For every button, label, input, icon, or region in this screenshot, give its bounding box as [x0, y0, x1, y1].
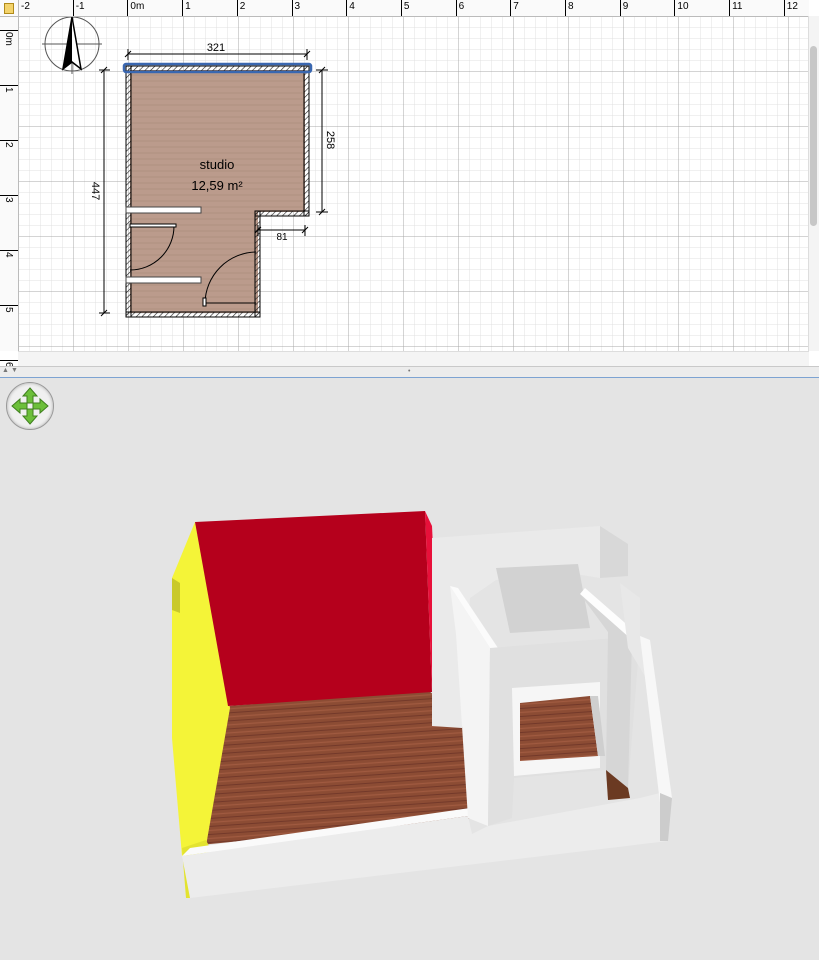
ruler-left: 0m 1 2 3 4 5 6 [0, 16, 19, 366]
ruler-left-label: 0m [3, 32, 14, 46]
dim-left-label: 447 [89, 182, 101, 200]
ruler-left-tick [0, 85, 18, 86]
ruler-top-tick [619, 0, 621, 16]
ruler-top-tick [236, 0, 238, 16]
ruler-top-label: 11 [732, 1, 743, 12]
dim-notch-label: 81 [276, 232, 288, 243]
room-name[interactable]: studio [200, 157, 235, 172]
ruler-top-tick [346, 0, 348, 16]
ruler-left-tick [0, 305, 18, 306]
ruler-left-tick [0, 250, 18, 251]
ruler-top-label: 0m [130, 1, 145, 12]
ruler-top: -2 -1 0m 1 2 3 4 5 6 7 8 9 10 11 12 [0, 0, 809, 17]
dim-top-label: 321 [207, 42, 225, 54]
wall-red [195, 511, 432, 706]
ruler-left-tick [0, 195, 18, 196]
ruler-top-tick [72, 0, 74, 16]
vertical-scroll-thumb[interactable] [810, 46, 817, 226]
ruler-top-label: 6 [458, 1, 465, 12]
ruler-top-tick [291, 0, 293, 16]
ruler-top-tick [455, 0, 457, 16]
ruler-top-tick [182, 0, 184, 16]
ruler-top-label: 12 [786, 1, 798, 12]
horizontal-scrollbar[interactable] [18, 351, 809, 366]
room-area: 12,59 m² [191, 178, 243, 193]
scroll-down-icon[interactable]: ▼ [11, 367, 18, 374]
navigation-arrows-icon[interactable] [6, 382, 54, 430]
ruler-top-tick [565, 0, 566, 16]
ruler-top-tick [674, 0, 676, 16]
ruler-left-tick [0, 140, 18, 141]
vertical-scrollbar[interactable] [808, 16, 819, 351]
ruler-top-tick [729, 0, 731, 16]
partition-upper [125, 206, 202, 214]
ruler-top-label: 4 [349, 1, 355, 12]
ruler-top-label: -2 [21, 1, 30, 12]
ruler-top-label: 5 [403, 1, 410, 12]
ruler-top-tick [783, 0, 785, 16]
scroll-up-icon[interactable]: ▲ [2, 367, 9, 374]
plan-canvas[interactable]: 321 447 258 81 studio 12,59 m² [0, 0, 819, 366]
ruler-top-tick [127, 0, 129, 16]
ruler-top-label: 7 [513, 1, 519, 12]
ruler-left-label: 3 [3, 197, 14, 203]
ruler-top-label: 3 [294, 1, 301, 12]
ruler-top-tick [510, 0, 512, 16]
ruler-left-label: 1 [3, 87, 14, 93]
3d-view[interactable] [0, 378, 819, 960]
ruler-top-label: 10 [677, 1, 689, 12]
ruler-left-tick [0, 30, 18, 31]
partition-lower [125, 276, 202, 284]
ruler-top-label: -1 [75, 1, 85, 12]
splitter-grip-icon[interactable]: • [408, 368, 410, 375]
ruler-left-tick [0, 360, 18, 361]
ruler-top-label: 9 [622, 1, 629, 12]
ruler-top-tick [400, 0, 402, 16]
ruler-corner [0, 0, 19, 17]
ruler-top-label: 1 [185, 1, 191, 12]
plan-view[interactable]: 321 447 258 81 studio 12,59 m² -2 -1 0m … [0, 0, 819, 366]
3d-canvas[interactable] [0, 378, 819, 960]
document-icon [4, 3, 14, 14]
ruler-top-label: 2 [239, 1, 246, 12]
ruler-left-label: 2 [3, 142, 14, 148]
ruler-left-label: 4 [3, 252, 14, 258]
ruler-left-label: 5 [3, 307, 14, 313]
ruler-top-label: 8 [568, 1, 574, 12]
dim-right-label: 258 [324, 131, 336, 149]
